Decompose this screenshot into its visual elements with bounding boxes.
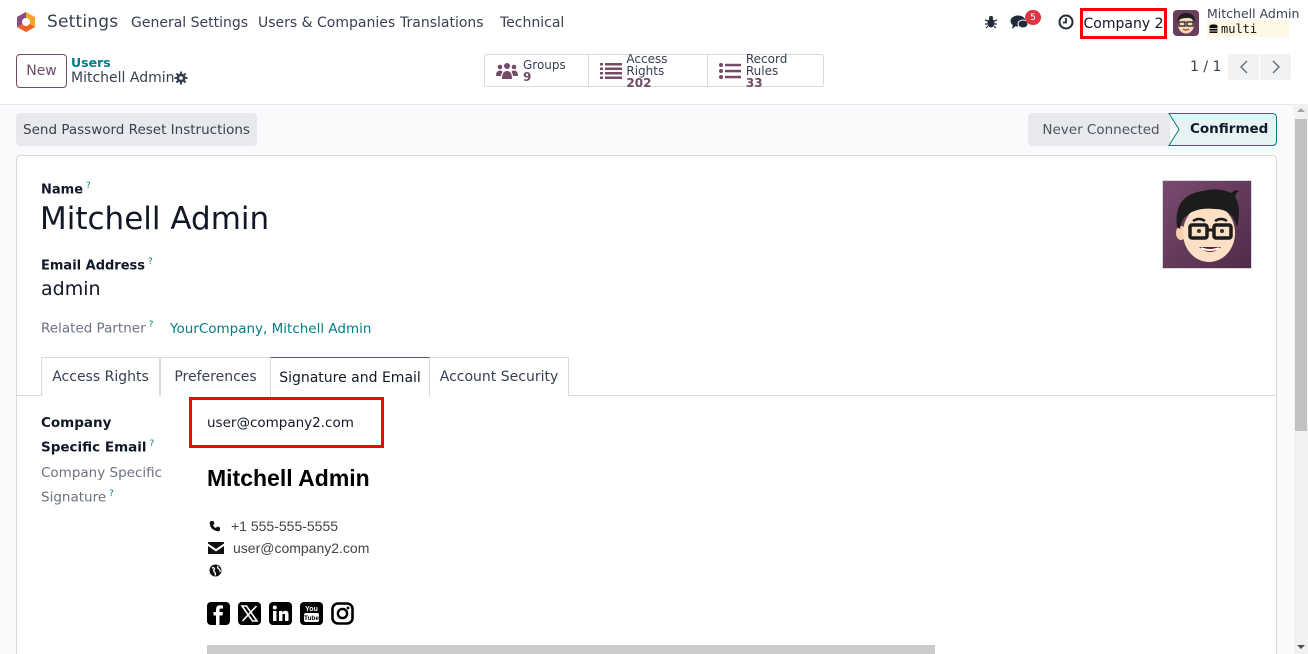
tab-account-security[interactable]: Account Security [429, 357, 569, 396]
help-tooltip-icon[interactable]: ? [150, 439, 155, 449]
gear-icon[interactable] [174, 71, 188, 85]
company-specific-email-field[interactable]: user@company2.com [207, 415, 354, 431]
pager-next-button[interactable] [1260, 54, 1291, 80]
pager-value[interactable]: 1 / 1 [1190, 59, 1221, 75]
scroll-up-arrow-icon[interactable] [1297, 108, 1305, 112]
signature-email-row[interactable]: user@company2.com [207, 540, 369, 556]
linkedin-icon[interactable] [269, 602, 292, 625]
menu-technical[interactable]: Technical [500, 15, 564, 31]
groups-label: Groups [523, 57, 566, 72]
status-bar: Never Connected Confirmed [1028, 113, 1277, 146]
instagram-icon[interactable] [331, 602, 354, 625]
scrollbar-thumb[interactable] [1295, 119, 1307, 431]
groups-smart-button[interactable]: Groups 9 [485, 55, 589, 86]
breadcrumb-users[interactable]: Users [71, 55, 111, 70]
status-never-connected[interactable]: Never Connected [1028, 113, 1170, 146]
social-links: You Tube [207, 602, 354, 625]
email-label: Email Address? [41, 257, 153, 273]
tab-signature-and-email[interactable]: Signature and Email [270, 357, 430, 397]
name-label: Name? [41, 181, 91, 197]
clock-icon[interactable] [1056, 12, 1076, 32]
related-partner-link[interactable]: YourCompany, Mitchell Admin [170, 321, 371, 337]
globe-icon [207, 563, 223, 577]
user-avatar[interactable] [1173, 10, 1199, 36]
record-rules-label: Record Rules [745, 51, 788, 78]
top-navbar: Settings General Settings Users & Compan… [0, 0, 1308, 46]
related-partner-label: Related Partner? [41, 320, 153, 337]
pager-previous-button[interactable] [1228, 54, 1259, 80]
company-specific-email-label: Company Specific Email? [41, 413, 171, 459]
signature-divider-bar [207, 645, 935, 654]
name-label-text: Name [41, 182, 84, 198]
groups-count: 9 [523, 69, 532, 84]
send-password-reset-button[interactable]: Send Password Reset Instructions [16, 113, 257, 146]
company-specific-signature-label: Company Specific Signature? [41, 463, 171, 509]
svg-text:You: You [305, 606, 318, 613]
scroll-down-arrow-icon[interactable] [1297, 645, 1305, 649]
signature-website-row[interactable] [207, 563, 231, 577]
tab-access-rights[interactable]: Access Rights [41, 357, 160, 396]
name-field[interactable]: Mitchell Admin [40, 201, 269, 237]
help-tooltip-icon[interactable]: ? [149, 320, 154, 330]
users-icon [495, 61, 519, 81]
menu-translations[interactable]: Translations [400, 15, 484, 31]
company-switcher[interactable]: Company 2 [1080, 8, 1167, 39]
svg-text:Tube: Tube [304, 615, 319, 622]
list-icon [599, 61, 622, 81]
database-name: multi [1207, 20, 1289, 37]
email-label-text: Email Address [41, 258, 146, 274]
signature-name[interactable]: Mitchell Admin [207, 465, 370, 492]
tab-preferences[interactable]: Preferences [160, 357, 271, 396]
new-button[interactable]: New [16, 54, 67, 88]
messages-badge: 5 [1025, 10, 1041, 25]
help-tooltip-icon[interactable]: ? [109, 489, 114, 499]
access-rights-smart-button[interactable]: Access Rights 202 [589, 51, 708, 90]
chevron-left-icon [1239, 60, 1248, 74]
menu-general-settings[interactable]: General Settings [131, 15, 248, 31]
odoo-logo-icon[interactable] [15, 11, 37, 33]
company-specific-signature-label-text: Company Specific Signature [41, 465, 163, 506]
email-field[interactable]: admin [41, 278, 101, 300]
user-photo[interactable] [1162, 180, 1252, 269]
smart-buttons: Groups 9 Access Rights 202 Record Rules 33 [484, 51, 824, 90]
help-tooltip-icon[interactable]: ? [86, 181, 91, 191]
database-label: multi [1221, 21, 1258, 36]
chevron-right-icon [1271, 60, 1280, 74]
menu-users-companies[interactable]: Users & Companies [258, 15, 395, 31]
app-name[interactable]: Settings [47, 12, 118, 32]
related-partner-label-text: Related Partner [41, 320, 146, 337]
database-icon [1209, 23, 1218, 33]
envelope-icon [207, 541, 225, 555]
status-confirmed-label: Confirmed [1190, 121, 1269, 137]
signature-phone: +1 555-555-5555 [231, 518, 339, 534]
record-rules-smart-button[interactable]: Record Rules 33 [708, 51, 823, 90]
list-ul-icon [718, 61, 742, 81]
help-tooltip-icon[interactable]: ? [148, 257, 153, 267]
signature-email: user@company2.com [233, 540, 370, 556]
signature-phone-row[interactable]: +1 555-555-5555 [207, 518, 338, 534]
x-twitter-icon[interactable] [238, 602, 261, 625]
bug-icon[interactable] [981, 12, 1001, 32]
breadcrumb-current: Mitchell Admin [71, 70, 175, 86]
phone-icon [207, 519, 223, 533]
facebook-icon[interactable] [207, 602, 230, 625]
access-rights-count: 202 [626, 75, 652, 90]
record-rules-count: 33 [745, 75, 763, 90]
youtube-icon[interactable]: You Tube [300, 602, 323, 625]
access-rights-label: Access Rights [626, 51, 668, 78]
company-specific-email-label-text: Company Specific Email [41, 415, 147, 456]
user-name[interactable]: Mitchell Admin [1207, 6, 1299, 21]
status-confirmed[interactable]: Confirmed [1168, 113, 1277, 146]
